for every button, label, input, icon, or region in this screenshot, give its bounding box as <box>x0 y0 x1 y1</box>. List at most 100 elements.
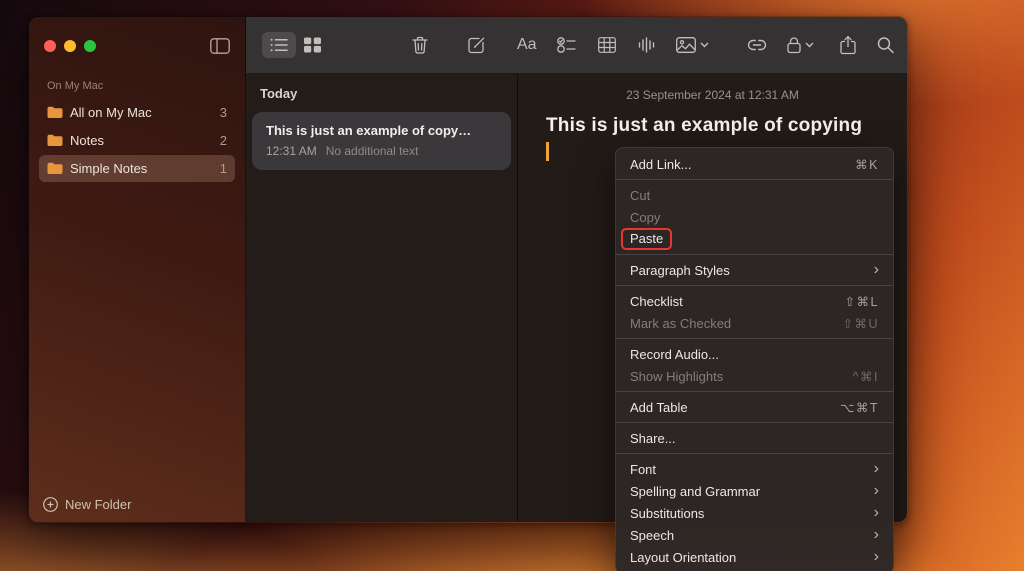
toolbar: Aa <box>246 17 907 74</box>
menu-item-shortcut: ^⌘I <box>853 369 879 384</box>
menu-item-paragraph-styles[interactable]: Paragraph Styles › <box>616 259 893 281</box>
link-button[interactable] <box>747 39 767 51</box>
audio-waveform-button[interactable] <box>638 37 655 53</box>
new-folder-button[interactable]: New Folder <box>43 497 131 512</box>
menu-separator <box>616 254 893 255</box>
compose-button[interactable] <box>467 36 486 55</box>
submenu-chevron-icon: › <box>874 549 879 565</box>
menu-separator <box>616 285 893 286</box>
media-chevron-down-icon[interactable] <box>700 42 709 48</box>
note-item-preview: No additional text <box>326 144 419 158</box>
list-view-button[interactable] <box>262 32 296 58</box>
menu-item-label: Mark as Checked <box>630 316 731 331</box>
checklist-button[interactable] <box>557 37 576 53</box>
menu-item-cut: Cut <box>616 184 893 206</box>
menu-item-shortcut: ⇧⌘L <box>845 294 879 309</box>
menu-item-label: Font <box>630 462 656 477</box>
menu-item-label: Show Highlights <box>630 369 723 384</box>
menu-item-checklist[interactable]: Checklist ⇧⌘L <box>616 290 893 312</box>
menu-item-mark-as-checked: Mark as Checked ⇧⌘U <box>616 312 893 334</box>
table-button[interactable] <box>598 37 616 53</box>
submenu-chevron-icon: › <box>874 483 879 499</box>
menu-item-shortcut: ⌘K <box>855 157 879 172</box>
text-cursor <box>546 142 549 161</box>
menu-separator <box>616 453 893 454</box>
menu-item-label: Paste <box>621 228 672 250</box>
menu-item-label: Checklist <box>630 294 683 309</box>
share-button[interactable] <box>840 36 856 55</box>
folder-icon <box>47 134 63 147</box>
menu-item-label: Substitutions <box>630 506 704 521</box>
context-menu: Add Link... ⌘K Cut Copy Paste Paragraph … <box>615 147 894 571</box>
folder-icon <box>47 106 63 119</box>
sidebar-section-label: On My Mac <box>29 74 245 99</box>
note-date-line: 23 September 2024 at 12:31 AM <box>518 74 907 102</box>
menu-item-spelling-and-grammar[interactable]: Spelling and Grammar › <box>616 480 893 502</box>
menu-item-speech[interactable]: Speech › <box>616 524 893 546</box>
menu-separator <box>616 391 893 392</box>
sidebar-titlebar <box>29 17 245 74</box>
sidebar-item-simple-notes[interactable]: Simple Notes 1 <box>39 155 235 182</box>
menu-item-show-highlights: Show Highlights ^⌘I <box>616 365 893 387</box>
menu-item-label: Paragraph Styles <box>630 263 730 278</box>
folder-count: 3 <box>220 105 227 120</box>
folder-count: 1 <box>220 161 227 176</box>
notes-list-section-header: Today <box>246 74 517 106</box>
menu-item-add-link[interactable]: Add Link... ⌘K <box>616 153 893 175</box>
menu-item-record-audio[interactable]: Record Audio... <box>616 343 893 365</box>
note-item-time: 12:31 AM <box>266 144 317 158</box>
note-title-text: This is just an example of copying <box>546 115 879 137</box>
search-button[interactable] <box>877 37 894 54</box>
note-item-title: This is just an example of copy… <box>266 123 497 138</box>
zoom-button[interactable] <box>84 40 96 52</box>
sidebar: On My Mac All on My Mac 3 Notes 2 Simple… <box>29 17 246 522</box>
menu-separator <box>616 338 893 339</box>
format-button[interactable]: Aa <box>517 36 537 54</box>
folder-label: Simple Notes <box>70 161 213 176</box>
menu-item-shortcut: ⌥⌘T <box>840 400 879 415</box>
menu-item-label: Copy <box>630 210 660 225</box>
close-button[interactable] <box>44 40 56 52</box>
menu-item-add-table[interactable]: Add Table ⌥⌘T <box>616 396 893 418</box>
menu-item-label: Add Link... <box>630 157 691 172</box>
menu-item-layout-orientation[interactable]: Layout Orientation › <box>616 546 893 568</box>
menu-item-label: Cut <box>630 188 650 203</box>
folder-label: All on My Mac <box>70 105 213 120</box>
submenu-chevron-icon: › <box>874 505 879 521</box>
menu-item-shortcut: ⇧⌘U <box>842 316 879 331</box>
new-folder-label: New Folder <box>65 497 131 512</box>
submenu-chevron-icon: › <box>874 262 879 278</box>
sidebar-item-all-on-my-mac[interactable]: All on My Mac 3 <box>39 99 235 126</box>
minimize-button[interactable] <box>64 40 76 52</box>
menu-item-label: Add Table <box>630 400 688 415</box>
lock-button[interactable] <box>787 37 801 54</box>
trash-button[interactable] <box>412 36 428 54</box>
menu-item-label: Record Audio... <box>630 347 719 362</box>
menu-item-label: Spelling and Grammar <box>630 484 760 499</box>
menu-separator <box>616 422 893 423</box>
submenu-chevron-icon: › <box>874 461 879 477</box>
folder-label: Notes <box>70 133 213 148</box>
menu-item-font[interactable]: Font › <box>616 458 893 480</box>
menu-item-copy: Copy <box>616 206 893 228</box>
notes-list-column: Today This is just an example of copy… 1… <box>246 74 518 522</box>
media-button[interactable] <box>676 37 696 53</box>
traffic-lights <box>44 40 96 52</box>
folder-count: 2 <box>220 133 227 148</box>
menu-item-label: Share... <box>630 431 676 446</box>
lock-chevron-down-icon[interactable] <box>805 42 814 48</box>
menu-item-paste[interactable]: Paste <box>616 228 893 250</box>
sidebar-item-notes[interactable]: Notes 2 <box>39 127 235 154</box>
menu-item-label: Layout Orientation <box>630 550 736 565</box>
sidebar-toggle-icon[interactable] <box>210 38 230 54</box>
sidebar-folder-list: All on My Mac 3 Notes 2 Simple Notes 1 <box>29 99 245 183</box>
folder-icon <box>47 162 63 175</box>
note-list-item[interactable]: This is just an example of copy… 12:31 A… <box>252 112 511 170</box>
plus-circle-icon <box>43 497 58 512</box>
menu-item-label: Speech <box>630 528 674 543</box>
submenu-chevron-icon: › <box>874 527 879 543</box>
menu-item-share[interactable]: Share... <box>616 427 893 449</box>
gallery-view-button[interactable] <box>304 38 321 53</box>
menu-separator <box>616 179 893 180</box>
menu-item-substitutions[interactable]: Substitutions › <box>616 502 893 524</box>
